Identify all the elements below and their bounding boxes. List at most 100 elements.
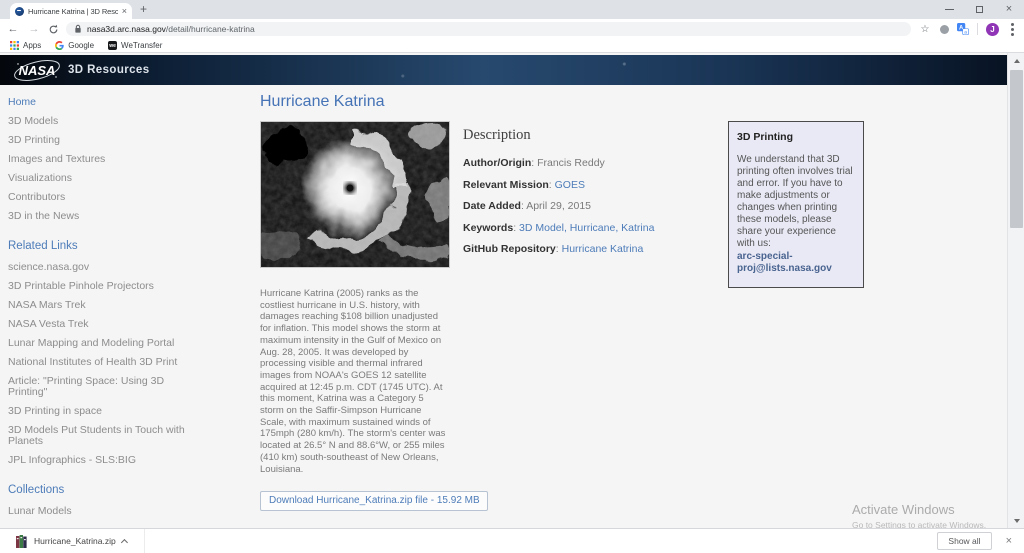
sidebar-related-links: science.nasa.gov 3D Printable Pinhole Pr…	[8, 262, 198, 466]
bookmark-apps[interactable]: Apps	[10, 41, 41, 50]
page-title: Hurricane Katrina	[260, 93, 385, 110]
sidebar-related-links-header: Related Links	[8, 240, 78, 252]
detail-list: Author/OriginFrancis Reddy Relevant Miss…	[463, 157, 716, 255]
toolbar-actions: ☆ A a J	[918, 22, 1018, 36]
sidebar-related-link[interactable]: Lunar Mapping and Modeling Portal	[8, 338, 198, 349]
printing-box-title: 3D Printing	[737, 131, 794, 143]
sidebar-nav-item[interactable]: Contributors	[8, 192, 198, 203]
download-zip-button[interactable]: Download Hurricane_Katrina.zip file - 15…	[260, 491, 488, 512]
detail-value[interactable]: Hurricane Katrina	[562, 243, 644, 255]
sidebar-nav-item[interactable]: Visualizations	[8, 173, 198, 184]
bookmark-google[interactable]: Google	[55, 41, 94, 50]
wetransfer-icon: we	[108, 41, 118, 50]
scrollbar-thumb[interactable]	[1010, 70, 1023, 228]
page-scrollbar[interactable]	[1007, 53, 1024, 528]
page-viewport: NASA 3D Resources Home 3D Models 3D Prin…	[0, 53, 1024, 528]
detail-value[interactable]: 3D Model, Hurricane, Katrina	[519, 222, 654, 234]
browser-toolbar: ← → nasa3d.arc.nasa.gov/detail/hurricane…	[0, 19, 1024, 39]
main-content: Hurricane Katrina Hurricane Katrina (200…	[253, 93, 880, 512]
svg-text:NASA: NASA	[19, 63, 56, 78]
sidebar-related-link[interactable]: 3D Printable Pinhole Projectors	[8, 281, 198, 292]
media-column: Hurricane Katrina (2005) ranks as the co…	[253, 121, 488, 512]
content-row: Hurricane Katrina (2005) ranks as the co…	[253, 121, 880, 512]
nasa-logo-icon[interactable]: NASA	[12, 57, 62, 84]
address-bar[interactable]: nasa3d.arc.nasa.gov/detail/hurricane-kat…	[66, 22, 911, 36]
hurricane-satellite-image	[253, 121, 454, 268]
window-controls: ×	[934, 0, 1024, 19]
sidebar-related-link[interactable]: NASA Vesta Trek	[8, 319, 198, 330]
bookmark-google-label: Google	[68, 41, 95, 50]
printing-info-box: 3D Printing We understand that 3D printi…	[728, 121, 864, 288]
detail-row: Relevant MissionGOES	[463, 179, 716, 191]
bookmark-wetransfer-label: WeTransfer	[121, 41, 163, 50]
bookmark-wetransfer[interactable]: we WeTransfer	[108, 41, 162, 50]
close-download-shelf-icon[interactable]: ×	[1006, 535, 1012, 547]
detail-value[interactable]: GOES	[555, 179, 585, 191]
new-tab-button[interactable]: +	[140, 1, 147, 19]
sidebar-nav-item[interactable]: Images and Textures	[8, 154, 198, 165]
detail-value: Francis Reddy	[537, 157, 605, 169]
google-g-icon	[55, 41, 64, 50]
sidebar-related-link[interactable]: 3D Printing in space	[8, 406, 198, 417]
sidebar-related-link[interactable]: JPL Infographics - SLS:BIG	[8, 455, 198, 466]
watermark-line2: Go to Settings to activate Windows.	[852, 520, 987, 528]
scroll-up-icon	[1013, 58, 1020, 63]
detail-label: Keywords	[463, 222, 519, 234]
detail-row: Keywords3D Model, Hurricane, Katrina	[463, 222, 716, 234]
browser-menu-icon[interactable]	[1011, 27, 1014, 31]
detail-row: Author/OriginFrancis Reddy	[463, 157, 716, 169]
tab-strip: Hurricane Katrina | 3D Resources × + ×	[0, 0, 1024, 19]
detail-label: GitHub Repository	[463, 243, 562, 255]
sidebar-related-link[interactable]: National Institutes of Health 3D Print	[8, 357, 198, 368]
download-shelf: Hurricane_Katrina.zip Show all ×	[0, 528, 1024, 553]
sidebar-nav-item[interactable]: Home	[8, 97, 198, 108]
extension-icon[interactable]	[940, 24, 949, 34]
download-options-chevron-icon[interactable]	[120, 538, 128, 546]
sidebar-nav: Home 3D Models 3D Printing Images and Te…	[8, 97, 198, 222]
downloaded-file-item[interactable]: Hurricane_Katrina.zip	[12, 528, 145, 553]
sidebar-collections-header: Collections	[8, 484, 65, 496]
sidebar-nav-item[interactable]: 3D in the News	[8, 211, 198, 222]
downloaded-filename: Hurricane_Katrina.zip	[34, 536, 116, 546]
maximize-button[interactable]	[964, 0, 994, 19]
bookmark-apps-label: Apps	[23, 41, 42, 50]
show-all-downloads-button[interactable]: Show all	[937, 532, 992, 550]
close-window-button[interactable]: ×	[994, 0, 1024, 19]
description-heading: Description	[463, 127, 531, 143]
sidebar-nav-item[interactable]: 3D Models	[8, 116, 198, 127]
translate-icon[interactable]: A a	[957, 23, 969, 35]
printing-contact-email-link[interactable]: arc-special-proj@lists.nasa.gov	[737, 251, 855, 275]
scrollbar-up-button[interactable]	[1008, 53, 1024, 68]
sidebar-related-link[interactable]: NASA Mars Trek	[8, 300, 198, 311]
url-path: /detail/hurricane-katrina	[165, 24, 255, 34]
bookmark-star-icon[interactable]: ☆	[918, 24, 932, 35]
sidebar-nav-item[interactable]: 3D Printing	[8, 135, 198, 146]
back-button[interactable]: ←	[6, 23, 20, 35]
tab-close-icon[interactable]: ×	[122, 6, 127, 16]
sidebar-related-link[interactable]: 3D Models Put Students in Touch with Pla…	[8, 425, 198, 447]
site-title[interactable]: 3D Resources	[68, 64, 150, 76]
detail-row: GitHub RepositoryHurricane Katrina	[463, 243, 716, 255]
forward-button[interactable]: →	[27, 23, 41, 35]
scrollbar-down-button[interactable]	[1008, 513, 1024, 528]
printing-box-body: We understand that 3D printing often inv…	[737, 154, 853, 249]
sidebar-related-link[interactable]: science.nasa.gov	[8, 262, 198, 273]
detail-label: Date Added	[463, 200, 526, 212]
maximize-icon	[975, 6, 983, 13]
browser-tab[interactable]: Hurricane Katrina | 3D Resources ×	[10, 3, 132, 19]
sidebar-related-link[interactable]: Article: "Printing Space: Using 3D Print…	[8, 376, 198, 398]
watermark-line1: Activate Windows	[852, 502, 955, 517]
zip-file-icon	[16, 534, 27, 548]
profile-avatar[interactable]: J	[986, 22, 999, 36]
minimize-button[interactable]	[934, 0, 964, 19]
sidebar-collection-link[interactable]: Lunar Models	[8, 506, 198, 517]
description-column: Description Author/OriginFrancis Reddy R…	[463, 121, 716, 265]
refresh-button[interactable]	[48, 24, 59, 35]
url-text: nasa3d.arc.nasa.gov/detail/hurricane-kat…	[87, 24, 255, 34]
model-description-paragraph: Hurricane Katrina (2005) ranks as the co…	[260, 288, 446, 475]
minimize-icon	[944, 9, 954, 10]
detail-label: Author/Origin	[463, 157, 537, 169]
svg-text:a: a	[964, 31, 967, 36]
sidebar: Home 3D Models 3D Printing Images and Te…	[8, 97, 198, 525]
detail-row: Date AddedApril 29, 2015	[463, 200, 716, 212]
